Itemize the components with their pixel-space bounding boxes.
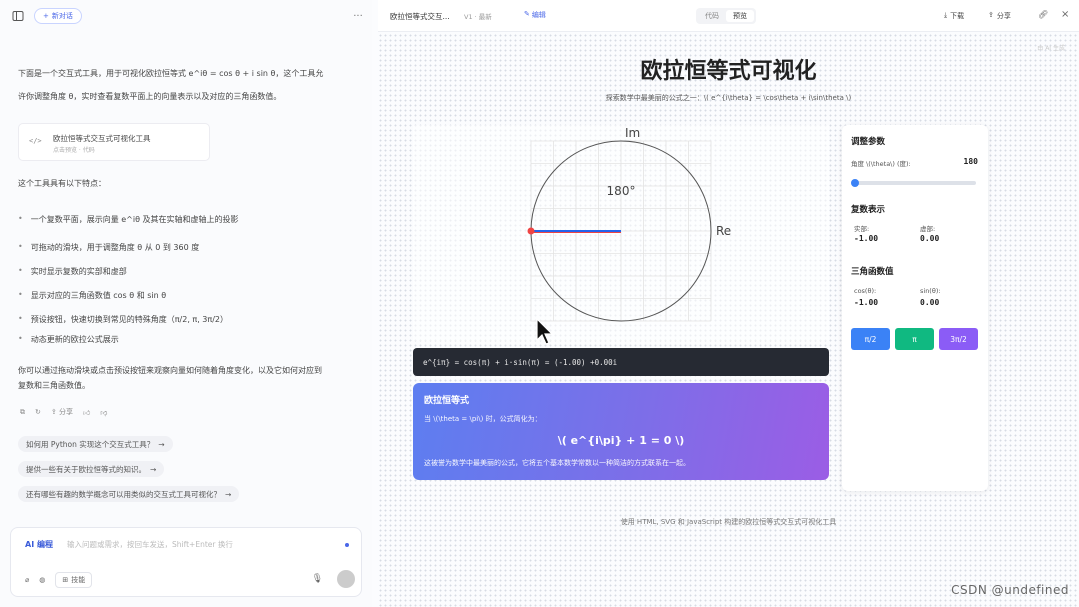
page-footer: 使用 HTML, SVG 和 JavaScript 构建的欧拉恒等式交互式可视化… [620, 518, 837, 526]
ai-coding-mode[interactable]: AI 编程 [25, 539, 53, 550]
intro-line-2: 许你调整角度 θ，实时查看复数平面上的向量表示以及对应的三角函数值。 [18, 92, 282, 101]
thumbs-up-icon[interactable]: 👍︎ [83, 408, 90, 417]
share-icon: ⇪ [988, 11, 994, 19]
list-item: • 实时显示复数的实部和虚部 [18, 266, 127, 276]
new-chat-button[interactable]: + 新对话 [34, 8, 82, 24]
summary-line-2: 复数和三角函数值。 [18, 381, 90, 390]
chat-input-box: AI 编程 ⌀ ◍ ⊞技能 🎙︎ [10, 527, 362, 597]
send-indicator-icon [345, 543, 349, 547]
real-axis-label: Re [716, 224, 731, 238]
sidebar-toggle-icon[interactable] [10, 8, 26, 24]
angle-label: 180° [607, 184, 636, 198]
sin-label: sin(θ): [920, 287, 941, 295]
complex-plane-plot: Im Re 180° [527, 126, 731, 322]
new-chat-label: 新对话 [51, 12, 73, 20]
view-switch: 代码 预览 [696, 8, 756, 24]
suggestion-chip[interactable]: 还有哪些有趣的数学概念可以用类似的交互式工具可视化？ → [18, 486, 240, 502]
intro-line-1: 下面是一个交互式工具，用于可视化欧拉恒等式 e^iθ = cos θ + i s… [18, 69, 324, 78]
download-button[interactable]: ⤓ 下载 [944, 11, 964, 21]
suggestion-chip[interactable]: 提供一些有关于欧拉恒等式的知识。 → [18, 461, 165, 477]
arrow-right-icon: → [225, 489, 232, 499]
preview-pane: 由 AI 生成 欧拉恒等式可视化 探索数学中最美丽的公式之一：\( e^{i\t… [378, 33, 1079, 607]
cos-value: -1.00 [854, 298, 879, 307]
grid-icon: ⊞ [62, 576, 69, 584]
control-panel: 调整参数 角度 \(\theta\) (度): 180 复数表示 实部: -1.… [842, 125, 988, 491]
share-action[interactable]: ⇪ 分享 [51, 407, 73, 417]
tab-code[interactable]: 代码 [698, 10, 726, 22]
artifact-title: 欧拉恒等式交互式可视化工具 [53, 134, 151, 143]
artifact-card[interactable]: </> 欧拉恒等式交互式可视化工具 点击预览 · 代码 [18, 123, 210, 161]
preview-toolbar: 欧拉恒等式交互... V1 · 最新 ✎ 编辑 代码 预览 ⤓ 下载 ⇪ 分享 🔗︎ … [378, 0, 1079, 32]
more-options-icon[interactable]: ··· [350, 8, 366, 24]
formula-display: e^{iπ} = cos(π) + i·sin(π) = (-1.00) +0.… [413, 348, 829, 376]
retry-icon[interactable]: ↻ [35, 408, 41, 416]
avatar[interactable] [337, 570, 355, 588]
page-title: 欧拉恒等式可视化 [640, 59, 817, 84]
sin-value: 0.00 [920, 298, 940, 307]
trig-heading: 三角函数值 [851, 267, 894, 277]
copy-icon[interactable]: ⧉ [20, 408, 25, 417]
suggestion-chip[interactable]: 如何用 Python 实现这个交互式工具？ → [18, 436, 173, 452]
complex-plane-card: Im Re 180° [413, 125, 829, 341]
imaginary-axis-label: Im [625, 126, 640, 140]
attach-icon[interactable]: ⌀ [25, 576, 29, 584]
download-icon: ⤓ [944, 11, 948, 19]
summary-line-1: 你可以通过拖动滑块或点击预设按钮来观察向量如何随着角度变化，以及它如何对应到 [18, 366, 322, 375]
skill-button[interactable]: ⊞ 技能 [55, 572, 93, 588]
preset-half-pi-button[interactable]: π/2 [851, 328, 890, 350]
share-button[interactable]: ⇪ 分享 [988, 11, 1011, 21]
message-actions: ⧉ ↻ ⇪ 分享 👍︎ 👎︎ [20, 406, 107, 418]
euler-condition: 当 \(\theta = \pi\) 时，公式简化为： [424, 415, 542, 423]
edit-button[interactable]: ✎ 编辑 [524, 10, 546, 20]
ai-generated-tag: 由 AI 生成 [1037, 45, 1065, 52]
complex-heading: 复数表示 [851, 205, 886, 215]
list-item: • 预设按钮，快速切换到常见的特殊角度（π/2, π, 3π/2） [18, 314, 228, 324]
list-item: • 动态更新的欧拉公式展示 [18, 334, 119, 344]
angle-field-label: 角度 \(\theta\) (度): [851, 160, 911, 168]
plus-icon: + [43, 12, 49, 20]
euler-description: 这被誉为数学中最美丽的公式，它将五个基本数学常数以一种简洁的方式联系在一起。 [424, 459, 690, 467]
document-title: 欧拉恒等式交互... [390, 12, 450, 21]
code-icon: </> [29, 137, 42, 145]
link-icon[interactable]: 🔗︎ [1038, 10, 1048, 19]
angle-value: 180 [963, 157, 978, 166]
list-item: • 可拖动的滑块，用于调整角度 θ 从 0 到 360 度 [18, 242, 200, 252]
list-item: • 显示对应的三角函数值 cos θ 和 sin θ [18, 290, 167, 300]
page-subtitle: 探索数学中最美丽的公式之一：\( e^{i\theta} = \cos\thet… [605, 94, 852, 102]
euler-title: 欧拉恒等式 [424, 396, 470, 406]
version-selector[interactable]: V1 · 最新 [464, 11, 492, 21]
list-item: • 一个复数平面，展示向量 e^iθ 及其在实轴和虚轴上的投影 [18, 214, 239, 224]
angle-slider-track[interactable] [854, 181, 976, 185]
thumbs-down-icon[interactable]: 👎︎ [100, 408, 107, 417]
euler-identity-box: 欧拉恒等式 当 \(\theta = \pi\) 时，公式简化为： \( e^{… [413, 383, 829, 480]
input-toolbar: ⌀ ◍ ⊞ 技能 [25, 572, 93, 588]
imag-part-label: 虚部: [920, 225, 936, 233]
watermark: CSDN @undefined [951, 583, 1069, 597]
artifact-subtitle: 点击预览 · 代码 [53, 147, 95, 154]
preset-pi-button[interactable]: π [895, 328, 934, 350]
real-part-label: 实部: [854, 225, 870, 233]
microphone-icon[interactable]: 🎙︎ [312, 574, 323, 584]
real-part-value: -1.00 [854, 234, 879, 243]
preset-three-half-pi-button[interactable]: 3π/2 [939, 328, 978, 350]
cos-label: cos(θ): [854, 287, 877, 295]
close-icon[interactable]: × [1061, 9, 1069, 20]
angle-slider-thumb[interactable] [851, 179, 859, 187]
mouse-cursor-icon [536, 318, 554, 345]
features-heading: 这个工具具有以下特点： [18, 179, 106, 188]
github-icon[interactable]: ◍ [39, 576, 45, 584]
imag-part-value: 0.00 [920, 234, 940, 243]
arrow-right-icon: → [150, 464, 157, 474]
arrow-right-icon: → [158, 439, 165, 449]
chat-panel: + 新对话 ··· 下面是一个交互式工具，用于可视化欧拉恒等式 e^iθ = c… [0, 0, 372, 607]
chat-input[interactable] [67, 537, 327, 551]
pencil-icon: ✎ [524, 10, 530, 18]
tab-preview[interactable]: 预览 [726, 10, 754, 22]
controls-heading: 调整参数 [851, 137, 886, 147]
euler-formula: \( e^{i\pi} + 1 = 0 \) [557, 434, 685, 447]
vector-point[interactable] [527, 227, 535, 235]
chat-header: + 新对话 ··· [10, 8, 366, 24]
